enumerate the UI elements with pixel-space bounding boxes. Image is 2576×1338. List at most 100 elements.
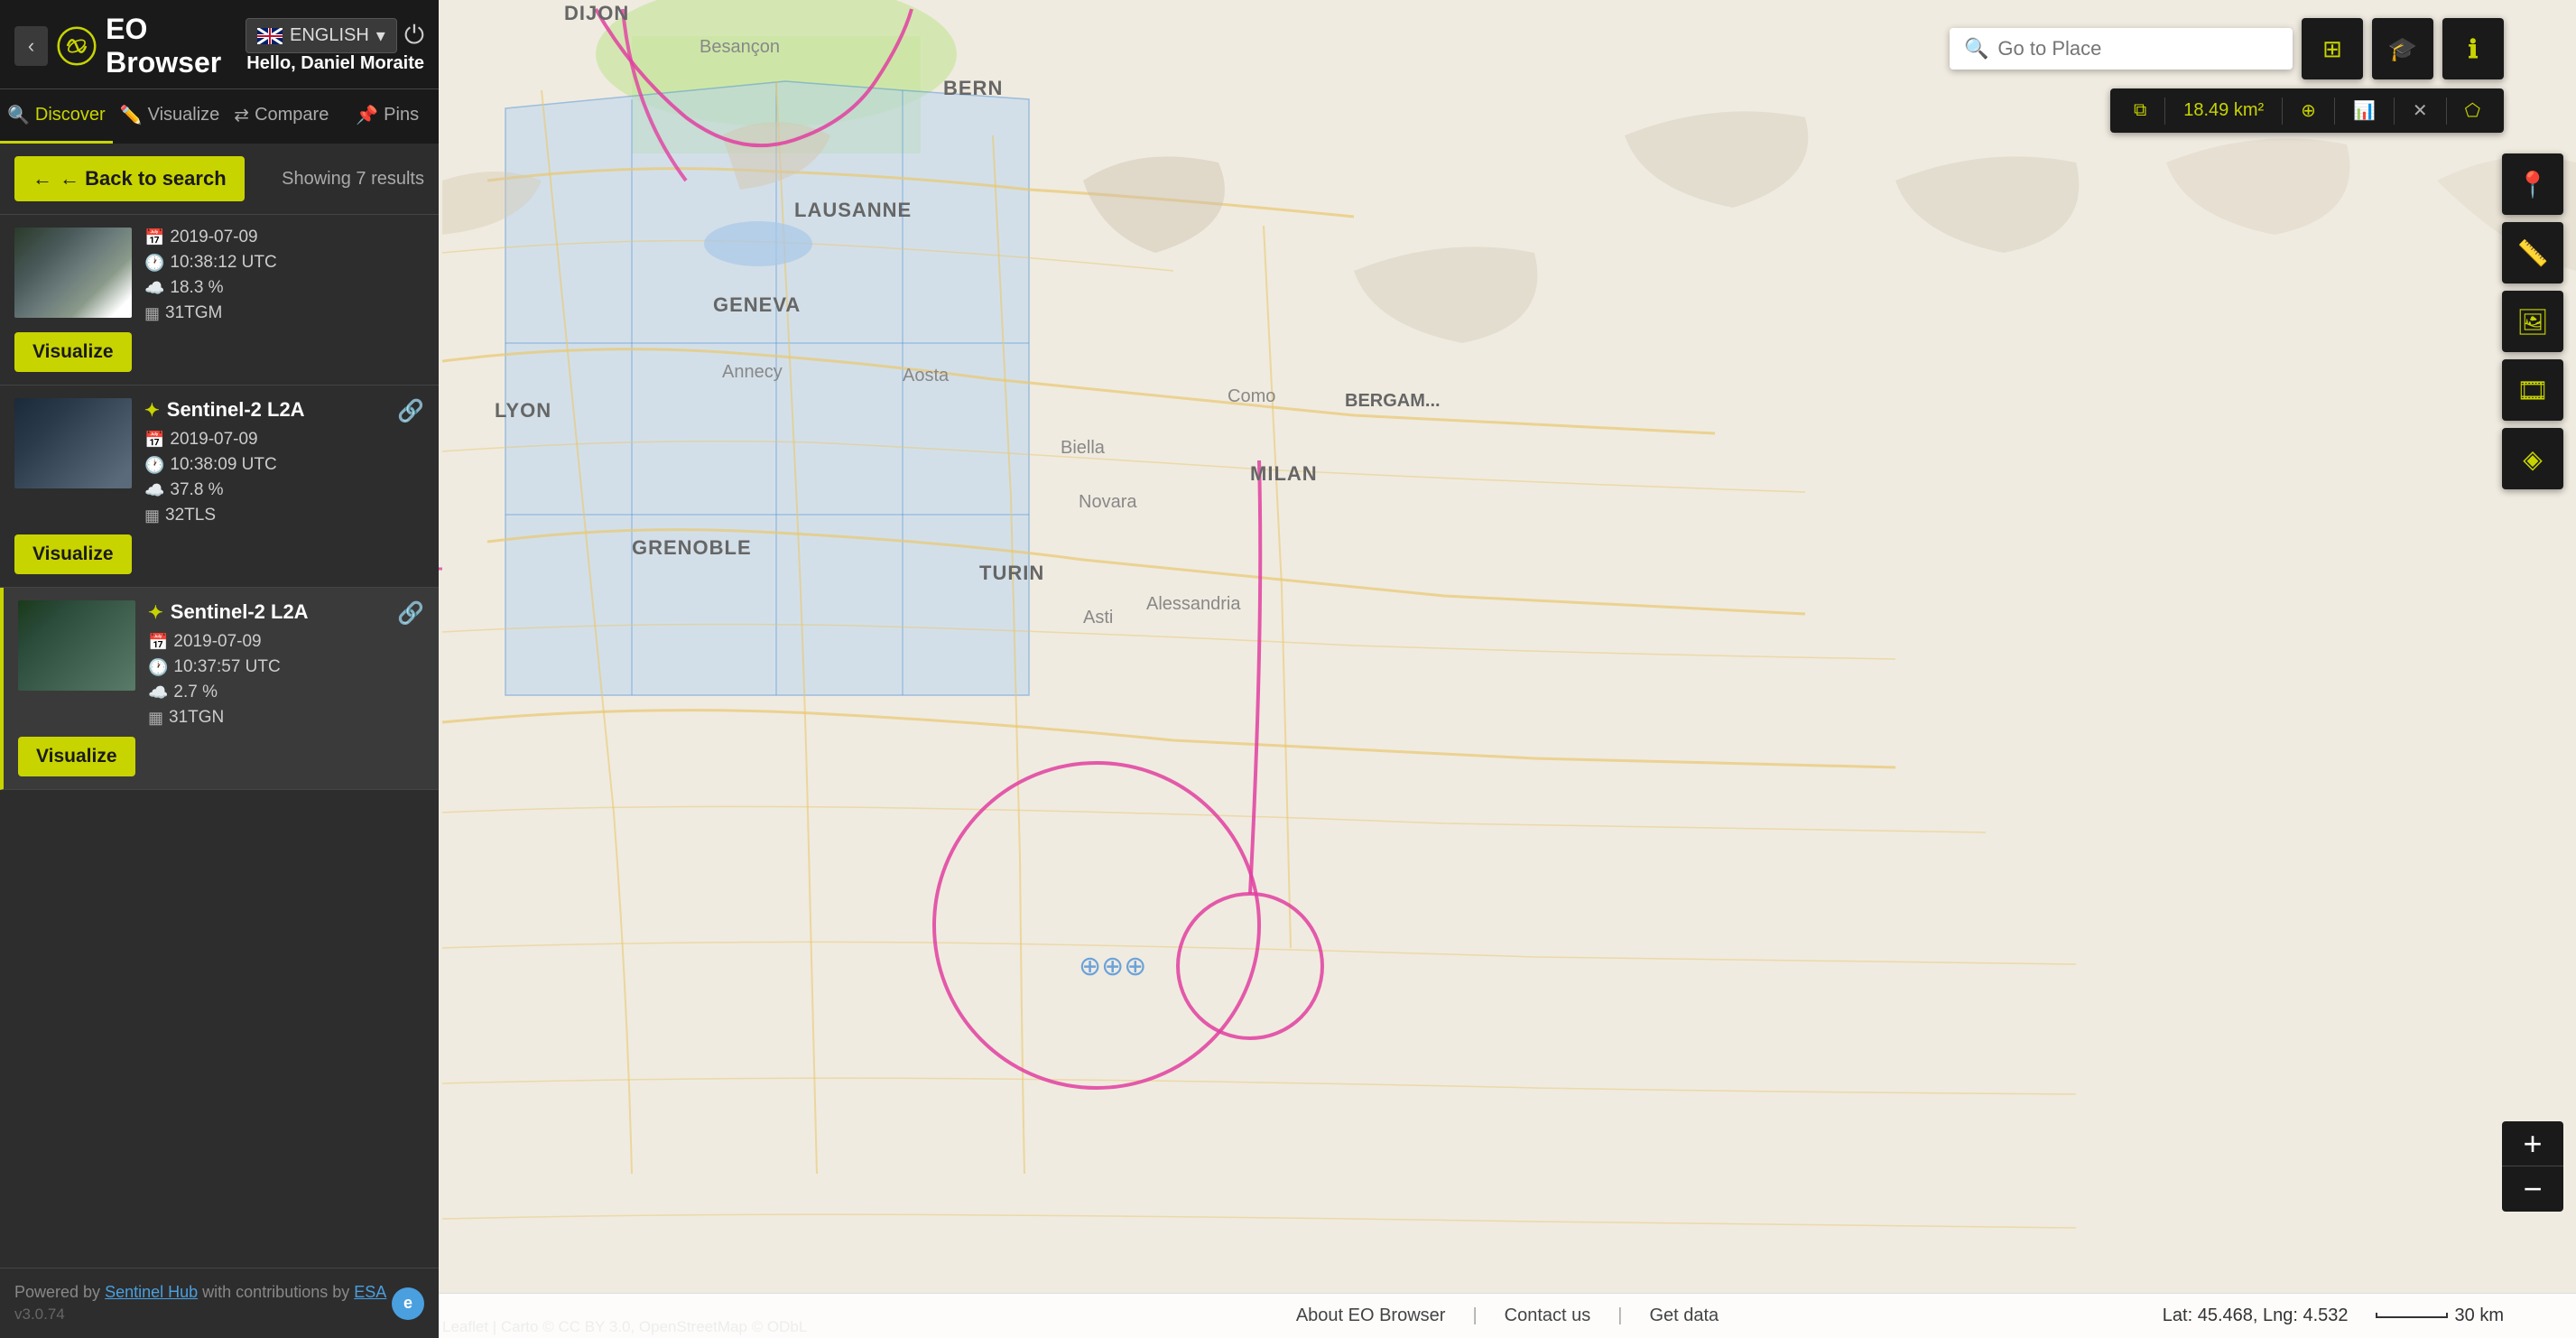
clock-icon: 🕐 — [144, 254, 164, 273]
back-arrow-icon: ← — [32, 167, 52, 190]
uk-flag-icon — [257, 28, 283, 44]
clock-icon: 🕐 — [148, 658, 168, 677]
result-cloud: ☁️ 37.8 % — [144, 480, 424, 500]
back-to-search-button[interactable]: ← ← Back to search — [14, 156, 245, 201]
top-toolbar: 🔍 ⊞ 🎓 ℹ — [1950, 18, 2504, 79]
link-icon[interactable]: 🔗 — [397, 398, 424, 424]
result-info: ✦ Sentinel-2 L2A 🔗 📅 2019-07-09 🕐 10:37:… — [148, 600, 424, 728]
result-time: 🕐 10:38:12 UTC — [144, 253, 424, 273]
search-back-bar: ← ← Back to search Showing 7 results — [0, 144, 439, 215]
footer-credits: Powered by Sentinel Hub with contributio… — [14, 1283, 386, 1302]
scale-label: 30 km — [2455, 1305, 2504, 1326]
contact-link[interactable]: Contact us — [1505, 1305, 1591, 1326]
sidebar-footer: Powered by Sentinel Hub with contributio… — [0, 1268, 439, 1338]
result-tile: ▦ 32TLS — [144, 506, 424, 525]
timelapse-button[interactable]: 🎞 — [2502, 359, 2563, 421]
result-cloud: ☁️ 18.3 % — [144, 278, 424, 298]
cloud-icon: ☁️ — [144, 279, 164, 298]
film-icon: 🎞 — [2516, 376, 2549, 405]
greeting-text: Hello, Daniel Moraite — [246, 53, 424, 74]
tab-pins[interactable]: 📌 Pins — [336, 89, 439, 144]
copy-area-button[interactable]: ⧉ — [2125, 97, 2155, 125]
toolbar-divider — [2282, 98, 2283, 125]
zoom-in-button[interactable]: + — [2502, 1121, 2563, 1166]
education-button[interactable]: 🎓 — [2372, 18, 2433, 79]
esa-link[interactable]: ESA — [354, 1283, 386, 1301]
toolbar-divider — [2334, 98, 2335, 125]
chart-button[interactable]: 📊 — [2344, 96, 2385, 125]
result-info: ✦ Sentinel-2 L2A 🔗 📅 2019-07-09 🕐 10:38:… — [144, 398, 424, 525]
calendar-icon: 📅 — [144, 228, 164, 247]
language-chevron-icon: ▾ — [376, 24, 385, 47]
language-label: ENGLISH — [290, 25, 369, 46]
visualize-button[interactable]: Visualize — [18, 737, 135, 776]
toolbar-divider — [2446, 98, 2447, 125]
visualize-button[interactable]: Visualize — [14, 534, 132, 574]
result-time: 🕐 10:37:57 UTC — [148, 657, 424, 677]
link-icon[interactable]: 🔗 — [397, 600, 424, 627]
location-button[interactable]: 📍 — [2502, 153, 2563, 215]
result-item: ✦ Sentinel-2 L2A 🔗 📅 2019-07-09 🕐 10:37:… — [0, 588, 439, 790]
polygon-button[interactable]: ⬠ — [2456, 96, 2489, 125]
grid-icon: ▦ — [144, 304, 160, 323]
get-data-link[interactable]: Get data — [1649, 1305, 1719, 1326]
measure-button[interactable]: 📏 — [2502, 222, 2563, 283]
compare-icon: ⇄ — [234, 104, 249, 126]
tab-discover[interactable]: 🔍 Discover — [0, 89, 113, 144]
result-item: ✦ Sentinel-2 L2A 🔗 📅 2019-07-09 🕐 10:38:… — [0, 386, 439, 588]
result-info: 📅 2019-07-09 🕐 10:38:12 UTC ☁️ 18.3 % ▦ … — [144, 228, 424, 323]
3d-button[interactable]: ◈ — [2502, 428, 2563, 489]
result-time: 🕐 10:38:09 UTC — [144, 455, 424, 475]
image-icon: 🖼 — [2516, 307, 2549, 337]
ruler-icon: 📏 — [2517, 238, 2549, 268]
pins-icon: 📌 — [356, 104, 378, 126]
clock-icon: 🕐 — [144, 456, 164, 475]
area-measurement: 18.49 km² — [2174, 97, 2273, 125]
area-label: 18.49 km² — [2183, 100, 2264, 121]
version-label: v3.0.74 — [14, 1305, 386, 1324]
back-button[interactable]: ‹ — [14, 26, 48, 66]
cube-icon: ◈ — [2523, 444, 2543, 474]
calendar-icon: 📅 — [148, 633, 168, 652]
power-button[interactable]: ⏻ — [404, 21, 424, 51]
result-cloud: ☁️ 2.7 % — [148, 683, 424, 702]
crosshair-icon: ⊕ — [2301, 99, 2316, 122]
back-to-search-label: ← Back to search — [60, 167, 227, 190]
cloud-icon: ☁️ — [148, 683, 168, 702]
app-logo — [57, 23, 97, 70]
language-button[interactable]: ENGLISH ▾ — [246, 18, 397, 53]
toolbar-divider — [2394, 98, 2395, 125]
place-search-bar: 🔍 — [1950, 28, 2293, 70]
result-tile: ▦ 31TGM — [144, 303, 424, 323]
sentinel-logo: e — [392, 1287, 424, 1320]
search-icon: 🔍 — [1964, 37, 1988, 60]
visualize-button[interactable]: Visualize — [14, 332, 132, 372]
bar-chart-icon: 📊 — [2353, 99, 2376, 122]
result-date: 📅 2019-07-09 — [144, 430, 424, 450]
graduation-cap-icon: 🎓 — [2388, 35, 2417, 63]
image-button[interactable]: 🖼 — [2502, 291, 2563, 352]
app-title: EO Browser — [106, 13, 246, 79]
coordinates-label: Lat: 45.468, Lng: 4.532 — [2163, 1305, 2349, 1326]
about-link[interactable]: About EO Browser — [1296, 1305, 1446, 1326]
app-header: ‹ EO Browser — [0, 0, 439, 88]
polygon-icon: ⬠ — [2465, 99, 2480, 122]
copy-icon: ⧉ — [2134, 100, 2146, 121]
sidebar: ‹ EO Browser — [0, 0, 439, 1338]
sentinel-hub-link[interactable]: Sentinel Hub — [105, 1283, 198, 1301]
zoom-out-button[interactable]: − — [2502, 1166, 2563, 1212]
result-thumbnail — [18, 600, 135, 691]
close-icon: ✕ — [2413, 99, 2428, 122]
secondary-toolbar: ⧉ 18.49 km² ⊕ 📊 ✕ ⬠ — [2110, 88, 2504, 133]
discover-icon: 🔍 — [7, 104, 30, 126]
close-area-button[interactable]: ✕ — [2404, 96, 2437, 125]
info-button[interactable]: ℹ — [2442, 18, 2504, 79]
target-button[interactable]: ⊕ — [2292, 96, 2325, 125]
visualize-icon: ✏️ — [120, 104, 143, 126]
layers-button[interactable]: ⊞ — [2302, 18, 2363, 79]
tab-compare[interactable]: ⇄ Compare — [227, 89, 336, 144]
place-search-input[interactable] — [1997, 37, 2278, 60]
visualize-label: Visualize — [148, 105, 220, 125]
tab-visualize[interactable]: ✏️ Visualize — [113, 89, 227, 144]
compare-label: Compare — [255, 105, 329, 125]
